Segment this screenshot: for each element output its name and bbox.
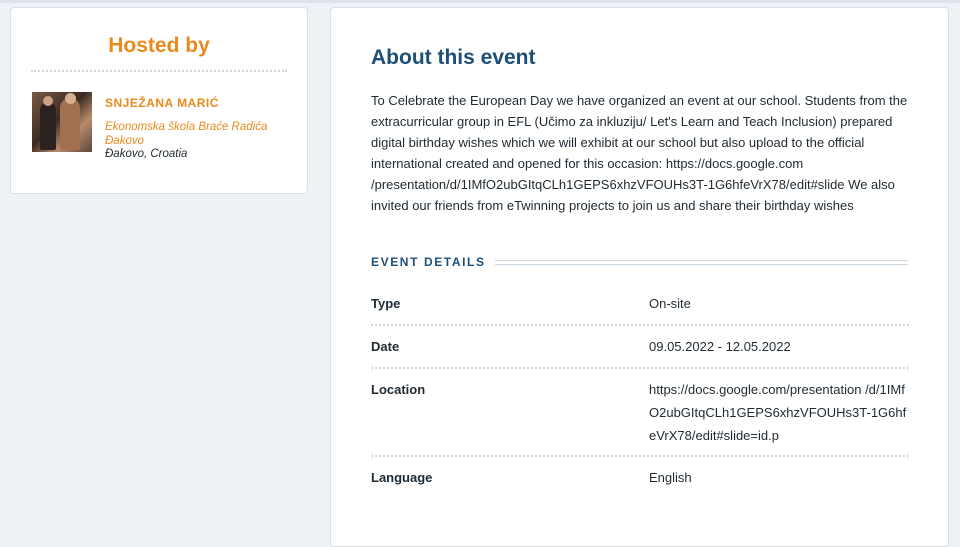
top-border xyxy=(0,0,960,3)
detail-label: Location xyxy=(371,382,426,397)
avatar-figure xyxy=(40,102,56,150)
avatar-figure-head xyxy=(65,93,76,104)
detail-value: English xyxy=(649,470,692,485)
host-location: Đakovo, Croatia xyxy=(105,148,188,160)
detail-row-language: Language English xyxy=(371,468,909,498)
hosted-by-heading: Hosted by xyxy=(108,34,210,57)
host-card: Hosted by SNJEŽANA MARIĆ Ekonomska škola… xyxy=(10,7,308,194)
host-school-link[interactable]: Ekonomska škola Braće Radića Đakovo xyxy=(105,120,295,148)
host-avatar[interactable] xyxy=(32,92,92,152)
detail-label: Date xyxy=(371,339,400,354)
host-name-link[interactable]: SNJEŽANA MARIĆ xyxy=(105,96,219,110)
host-divider xyxy=(31,70,287,72)
event-card: About this event To Celebrate the Europe… xyxy=(330,7,949,547)
event-title: About this event xyxy=(371,46,536,69)
detail-label: Language xyxy=(371,470,433,485)
location-link[interactable]: https://docs.google.com/presentation /d/… xyxy=(649,378,911,447)
detail-label: Type xyxy=(371,296,401,311)
event-description: To Celebrate the European Day we have or… xyxy=(371,93,908,213)
event-details-heading: EVENT DETAILS xyxy=(371,255,486,269)
detail-row-type: Type On-site xyxy=(371,294,909,326)
detail-row-location: Location https://docs.google.com/present… xyxy=(371,380,909,457)
detail-value: On-site xyxy=(649,296,691,311)
avatar-figure xyxy=(60,98,80,150)
event-details-rule xyxy=(495,260,908,265)
avatar-figure-head xyxy=(43,96,53,106)
detail-value: 09.05.2022 - 12.05.2022 xyxy=(649,339,791,354)
detail-row-date: Date 09.05.2022 - 12.05.2022 xyxy=(371,337,909,369)
